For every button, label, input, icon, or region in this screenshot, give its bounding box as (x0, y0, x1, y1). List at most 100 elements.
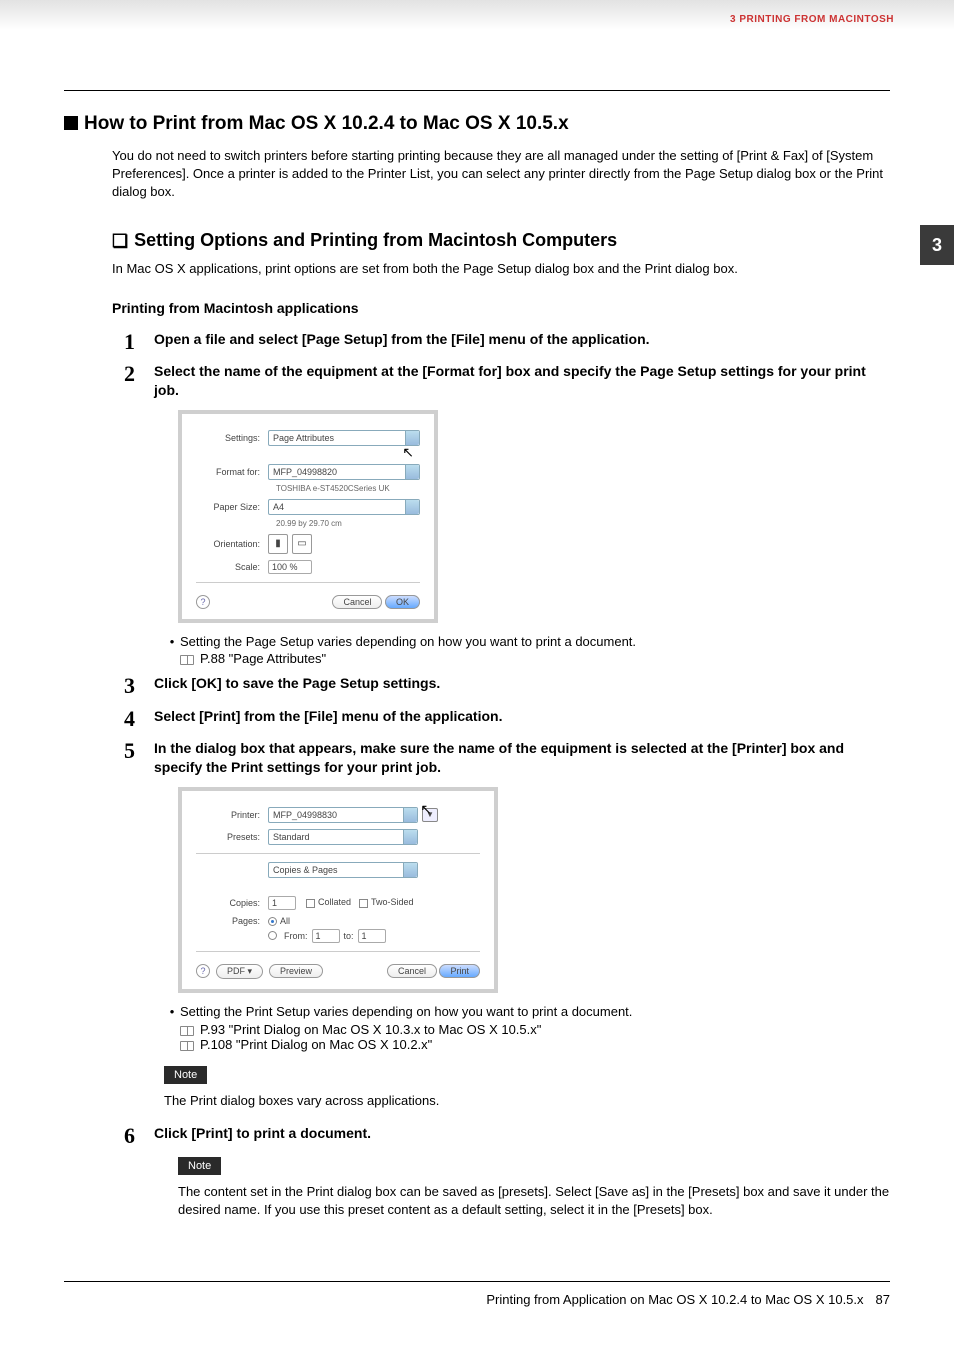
paper-size-value: A4 (273, 502, 284, 512)
step-4-title: Select [Print] from the [File] menu of t… (154, 707, 890, 726)
step-5-note-text: Setting the Print Setup varies depending… (180, 1003, 632, 1022)
book-icon (180, 655, 194, 665)
orientation-portrait-button[interactable]: ▮ (268, 534, 288, 554)
paper-size-dropdown[interactable]: A4 (268, 499, 420, 515)
chapter-tab: 3 (920, 225, 954, 265)
pages-from-radio[interactable] (268, 931, 277, 940)
step-3-title: Click [OK] to save the Page Setup settin… (154, 674, 890, 693)
book-icon (180, 1026, 194, 1036)
print-section-value: Copies & Pages (273, 865, 338, 875)
copies-label: Copies: (196, 898, 268, 908)
help-icon[interactable]: ? (196, 595, 210, 609)
footer-text: Printing from Application on Mac OS X 10… (486, 1292, 863, 1307)
step-1-title: Open a file and select [Page Setup] from… (154, 330, 890, 349)
scale-value: 100 % (272, 562, 298, 572)
format-for-dropdown[interactable]: MFP_04998820 (268, 464, 420, 480)
printer-dropdown[interactable]: MFP_04998830 (268, 807, 418, 823)
pages-from-input[interactable]: 1 (312, 929, 340, 943)
print-dialog: Printer:MFP_04998830▼ Presets:Standard C… (178, 787, 498, 993)
step-2-reference-text: P.88 "Page Attributes" (200, 651, 326, 666)
settings-label: Settings: (196, 433, 268, 443)
step-5-note: •Setting the Print Setup varies dependin… (164, 1003, 890, 1022)
scale-input[interactable]: 100 % (268, 560, 312, 574)
preview-button[interactable]: Preview (269, 964, 323, 978)
pages-from-label: From: (284, 931, 308, 941)
presets-value: Standard (273, 832, 310, 842)
collated-checkbox[interactable] (306, 899, 315, 908)
step-number: 1 (124, 330, 154, 354)
orientation-label: Orientation: (196, 539, 268, 549)
step-5: 5 In the dialog box that appears, make s… (124, 739, 890, 1110)
pages-to-value: 1 (362, 931, 367, 941)
page-setup-dialog: Settings: Page Attributes Format for: MFP_… (178, 410, 438, 623)
ok-button[interactable]: OK (385, 595, 420, 609)
book-icon (180, 1041, 194, 1051)
step-4: 4 Select [Print] from the [File] menu of… (124, 707, 890, 731)
settings-dropdown[interactable]: Page Attributes (268, 430, 420, 446)
cursor-icon: ↖ (420, 801, 432, 818)
pdf-button[interactable]: PDF ▾ (216, 964, 263, 979)
printer-value: MFP_04998830 (273, 810, 337, 820)
outline-square-icon: ❏ (112, 231, 128, 252)
step-2: 2 Select the name of the equipment at th… (124, 362, 890, 667)
orientation-landscape-button[interactable]: ▭ (292, 534, 312, 554)
two-sided-label: Two-Sided (371, 897, 414, 907)
paper-size-subtitle: 20.99 by 29.70 cm (276, 519, 420, 528)
note-badge: Note (164, 1066, 207, 1084)
printer-label: Printer: (196, 810, 268, 820)
presets-label: Presets: (196, 832, 268, 842)
heading-2-desc: In Mac OS X applications, print options … (112, 261, 890, 276)
paper-size-label: Paper Size: (196, 502, 268, 512)
step-5-reference-1: P.93 "Print Dialog on Mac OS X 10.3.x to… (180, 1022, 890, 1037)
step-5-reference-2: P.108 "Print Dialog on Mac OS X 10.2.x" (180, 1037, 890, 1052)
note-1-text: The Print dialog boxes vary across appli… (164, 1092, 890, 1110)
cancel-button[interactable]: Cancel (332, 595, 382, 609)
pages-to-label: to: (344, 931, 354, 941)
two-sided-checkbox[interactable] (359, 899, 368, 908)
step-6-title: Click [Print] to print a document. (154, 1124, 890, 1143)
step-5-reference-1-text: P.93 "Print Dialog on Mac OS X 10.3.x to… (200, 1022, 541, 1037)
heading-1-text: How to Print from Mac OS X 10.2.4 to Mac… (84, 113, 569, 134)
heading-3: Printing from Macintosh applications (112, 300, 890, 316)
pages-all-label: All (280, 916, 290, 926)
step-number: 4 (124, 707, 154, 731)
heading-2-text: Setting Options and Printing from Macint… (134, 230, 617, 250)
square-bullet-icon (64, 116, 78, 130)
help-icon[interactable]: ? (196, 964, 210, 978)
step-number: 5 (124, 739, 154, 1110)
cancel-button[interactable]: Cancel (387, 964, 437, 978)
format-for-value: MFP_04998820 (273, 467, 337, 477)
step-2-title: Select the name of the equipment at the … (154, 362, 890, 400)
step-number: 6 (124, 1124, 154, 1219)
presets-dropdown[interactable]: Standard (268, 829, 418, 845)
format-for-label: Format for: (196, 467, 268, 477)
heading-1: How to Print from Mac OS X 10.2.4 to Mac… (64, 113, 890, 135)
pages-all-radio[interactable] (268, 917, 277, 926)
pages-from-value: 1 (316, 931, 321, 941)
copies-value: 1 (272, 898, 277, 908)
intro-paragraph: You do not need to switch printers befor… (112, 147, 890, 202)
page-footer: Printing from Application on Mac OS X 10… (64, 1281, 890, 1307)
pages-label: Pages: (196, 916, 268, 926)
copies-input[interactable]: 1 (268, 896, 296, 910)
note-2-text: The content set in the Print dialog box … (178, 1183, 890, 1219)
print-button[interactable]: Print (439, 964, 480, 978)
chapter-running-header: 3 PRINTING FROM MACINTOSH (730, 14, 894, 25)
step-2-note: •Setting the Page Setup varies depending… (164, 633, 890, 652)
step-1: 1 Open a file and select [Page Setup] fr… (124, 330, 890, 354)
step-3: 3 Click [OK] to save the Page Setup sett… (124, 674, 890, 698)
step-number: 3 (124, 674, 154, 698)
heading-2: ❏ Setting Options and Printing from Macin… (112, 230, 890, 251)
step-2-reference: P.88 "Page Attributes" (180, 651, 890, 666)
cursor-icon: ↖ (402, 444, 414, 461)
settings-value: Page Attributes (273, 433, 334, 443)
collated-label: Collated (318, 897, 351, 907)
step-5-title: In the dialog box that appears, make sur… (154, 739, 890, 777)
steps-list: 1 Open a file and select [Page Setup] fr… (124, 330, 890, 1219)
print-section-dropdown[interactable]: Copies & Pages (268, 862, 418, 878)
pages-to-input[interactable]: 1 (358, 929, 386, 943)
note-badge: Note (178, 1157, 221, 1175)
scale-label: Scale: (196, 562, 268, 572)
step-6: 6 Click [Print] to print a document. Not… (124, 1124, 890, 1219)
format-for-subtitle: TOSHIBA e-ST4520CSeries UK (276, 484, 420, 493)
